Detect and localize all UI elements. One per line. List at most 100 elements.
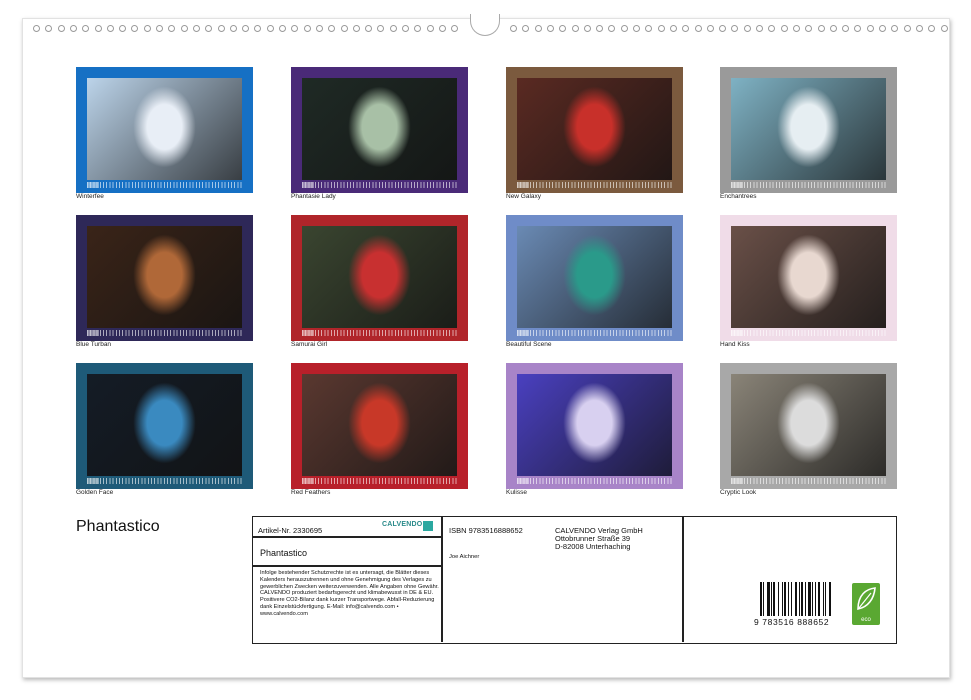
barcode-bar	[784, 582, 787, 616]
binding-ring	[45, 25, 53, 32]
masquerade-photo	[87, 374, 242, 476]
leaf-icon	[857, 587, 876, 610]
binding-ring	[780, 25, 788, 32]
binding-ring	[805, 25, 813, 32]
calvendo-mark-icon	[423, 521, 433, 531]
binding-ring	[546, 25, 554, 32]
calendar-title: Phantastico	[76, 518, 160, 535]
barcode-bar	[795, 582, 798, 616]
calendar-day-strip	[302, 182, 457, 188]
calendar-day-strip	[731, 478, 886, 484]
binding-ring	[842, 25, 850, 32]
binding-ring	[706, 25, 714, 32]
binding-ring	[119, 25, 127, 32]
isbn: ISBN 9783516888652	[449, 526, 523, 535]
legal-text: Infolge bestehender Schutzrechte ist es …	[260, 570, 439, 617]
eco-label: eco	[861, 617, 871, 623]
month-thumbnail	[506, 215, 683, 341]
author-name: Joe Aichner	[449, 554, 480, 560]
barcode-bar	[801, 582, 804, 616]
thumbnail-caption: Beautiful Scene	[506, 341, 552, 348]
binding-ring	[522, 25, 530, 32]
thumbnail-caption: Golden Face	[76, 489, 114, 496]
barcode-bar	[822, 582, 824, 616]
calvendo-logo: CALVENDO	[382, 521, 436, 535]
binding-ring	[229, 25, 237, 32]
binding-ring	[168, 25, 176, 32]
binding-ring	[731, 25, 739, 32]
masquerade-photo	[731, 226, 886, 328]
masquerade-photo	[87, 78, 242, 180]
calendar-day-strip	[517, 182, 672, 188]
barcode-bar	[807, 582, 811, 616]
binding-ring	[106, 25, 114, 32]
binding-ring	[279, 25, 286, 32]
binding-ring	[534, 25, 542, 32]
barcode-bar	[791, 582, 792, 616]
eco-badge: eco	[852, 583, 880, 625]
binding-ring	[69, 25, 77, 32]
binding-ring	[57, 25, 65, 32]
masquerade-photo	[517, 226, 672, 328]
barcode-digits: 9 783516 888652	[754, 617, 830, 627]
binding-ring	[694, 25, 702, 32]
masquerade-photo	[517, 78, 672, 180]
publisher-city: D-82008 Unterhaching	[555, 542, 631, 551]
binding-ring	[82, 25, 90, 32]
barcode-bar	[770, 582, 772, 616]
binding-ring	[266, 25, 274, 32]
calendar-day-strip	[302, 478, 457, 484]
binding-ring	[657, 25, 665, 32]
binding-ring	[389, 25, 397, 32]
month-thumbnail	[76, 215, 253, 341]
binding-ring	[451, 25, 459, 32]
barcode-bar	[773, 582, 776, 616]
barcode-bar	[781, 582, 783, 616]
binding-ring	[608, 25, 616, 32]
binding-ring	[156, 25, 163, 32]
thumbnail-caption: Cryptic Look	[720, 489, 757, 496]
binding-ring	[792, 25, 800, 32]
masquerade-photo	[731, 78, 886, 180]
month-thumbnail	[720, 215, 897, 341]
binding-ring	[192, 25, 200, 32]
binding-ring	[645, 25, 653, 32]
binding-ring	[571, 25, 579, 32]
binding-ring	[928, 25, 936, 32]
thumbnail-caption: Kulisse	[506, 489, 527, 496]
binding-ring	[254, 25, 262, 32]
binding-ring	[915, 25, 923, 32]
thumbnail-caption: Winterfee	[76, 193, 104, 200]
binding-ring	[719, 25, 727, 32]
binding-ring	[854, 25, 862, 32]
calendar-day-strip	[302, 330, 457, 336]
binding-ring	[328, 25, 336, 32]
binding-ring	[217, 25, 225, 32]
barcode-bar	[763, 582, 765, 616]
barcode-bar	[817, 582, 820, 616]
masquerade-photo	[302, 226, 457, 328]
binding-ring	[743, 25, 751, 32]
calendar-day-strip	[517, 478, 672, 484]
article-number: Artikel-Nr. 2330695	[258, 526, 323, 535]
binding-ring	[682, 25, 690, 32]
masquerade-photo	[517, 374, 672, 476]
product-title: Phantastico	[260, 548, 308, 558]
calendar-day-strip	[517, 330, 672, 336]
binding-ring	[879, 25, 886, 32]
binding-ring	[633, 25, 640, 32]
table-divider	[682, 517, 684, 642]
binding-ring	[291, 25, 299, 32]
binding-ring	[352, 25, 360, 32]
binding-ring	[377, 25, 385, 32]
binding-ring	[365, 25, 373, 32]
thumbnail-caption: Enchantrees	[720, 193, 757, 200]
binding-ring	[131, 25, 139, 32]
month-thumbnail	[506, 363, 683, 489]
binding-ring	[426, 25, 434, 32]
month-thumbnail	[76, 67, 253, 193]
barcode-bar	[787, 582, 789, 616]
thumbnail-caption: Blue Turban	[76, 341, 112, 348]
masquerade-photo	[302, 78, 457, 180]
binding-ring	[596, 25, 604, 32]
